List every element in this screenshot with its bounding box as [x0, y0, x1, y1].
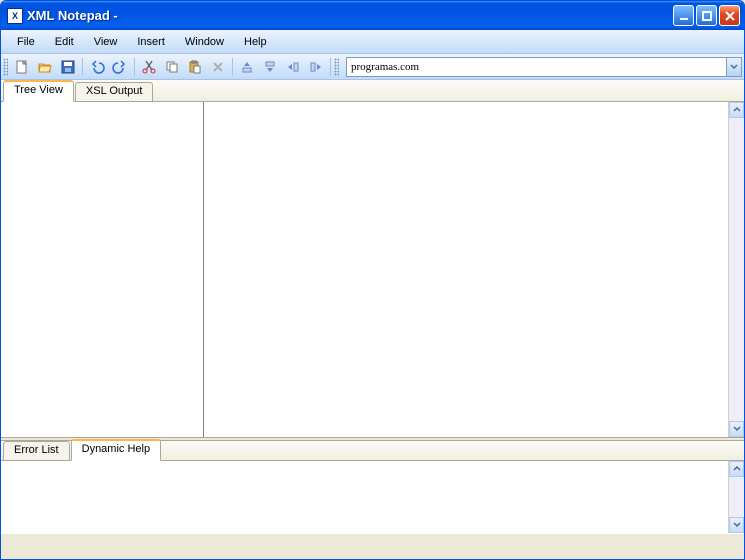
location-input[interactable] — [347, 61, 726, 73]
toolbar — [1, 54, 744, 80]
redo-icon — [112, 59, 128, 75]
cut-icon — [141, 59, 157, 75]
bottom-tabstrip: Error List Dynamic Help — [1, 441, 744, 461]
save-icon — [60, 59, 76, 75]
menu-help[interactable]: Help — [234, 33, 277, 51]
work-area — [1, 102, 744, 437]
toolbar-separator — [82, 58, 83, 76]
close-button[interactable] — [719, 5, 740, 26]
scroll-down-button[interactable] — [729, 421, 744, 437]
nudge-right-icon — [308, 59, 324, 75]
toolbar-separator — [134, 58, 135, 76]
paste-button[interactable] — [184, 56, 206, 78]
tab-xsl-output[interactable]: XSL Output — [75, 82, 153, 102]
chevron-down-icon — [733, 425, 741, 433]
menu-insert[interactable]: Insert — [127, 33, 175, 51]
chevron-down-icon — [730, 63, 738, 71]
save-button[interactable] — [57, 56, 79, 78]
redo-button[interactable] — [109, 56, 131, 78]
maximize-button[interactable] — [696, 5, 717, 26]
toolbar-grip[interactable] — [334, 58, 339, 76]
toolbar-separator — [232, 58, 233, 76]
open-folder-icon — [37, 59, 53, 75]
undo-icon — [89, 59, 105, 75]
nudge-left-button[interactable] — [282, 56, 304, 78]
toolbar-separator — [330, 58, 331, 76]
chevron-down-icon — [733, 521, 741, 529]
scroll-up-button[interactable] — [729, 102, 744, 118]
content-pane[interactable] — [204, 102, 744, 437]
scroll-up-button[interactable] — [729, 461, 744, 477]
titlebar: X XML Notepad - — [1, 1, 744, 30]
close-icon — [722, 8, 738, 24]
new-file-icon — [14, 59, 30, 75]
delete-icon — [210, 59, 226, 75]
menu-view[interactable]: View — [84, 33, 128, 51]
tab-error-list[interactable]: Error List — [3, 441, 70, 461]
top-tabstrip: Tree View XSL Output — [1, 80, 744, 102]
undo-button[interactable] — [86, 56, 108, 78]
maximize-icon — [699, 8, 715, 24]
copy-button[interactable] — [161, 56, 183, 78]
scroll-down-button[interactable] — [729, 517, 744, 533]
menu-edit[interactable]: Edit — [45, 33, 84, 51]
paste-icon — [187, 59, 203, 75]
new-button[interactable] — [11, 56, 33, 78]
app-icon: X — [7, 8, 23, 24]
tree-pane[interactable] — [1, 102, 204, 437]
toolbar-grip[interactable] — [3, 58, 8, 76]
nudge-up-button[interactable] — [236, 56, 258, 78]
chevron-up-icon — [733, 106, 741, 114]
nudge-right-button[interactable] — [305, 56, 327, 78]
copy-icon — [164, 59, 180, 75]
menu-window[interactable]: Window — [175, 33, 234, 51]
open-button[interactable] — [34, 56, 56, 78]
bottom-scrollbar[interactable] — [728, 461, 744, 533]
delete-button[interactable] — [207, 56, 229, 78]
nudge-down-icon — [262, 59, 278, 75]
window-title: XML Notepad - — [27, 8, 118, 23]
tab-tree-view[interactable]: Tree View — [3, 80, 74, 102]
location-dropdown-button[interactable] — [726, 58, 741, 76]
tab-dynamic-help[interactable]: Dynamic Help — [71, 439, 161, 461]
menubar: File Edit View Insert Window Help — [1, 30, 744, 54]
chevron-up-icon — [733, 465, 741, 473]
cut-button[interactable] — [138, 56, 160, 78]
nudge-down-button[interactable] — [259, 56, 281, 78]
minimize-button[interactable] — [673, 5, 694, 26]
statusbar — [1, 533, 744, 555]
bottom-pane[interactable] — [1, 461, 744, 533]
nudge-up-icon — [239, 59, 255, 75]
nudge-left-icon — [285, 59, 301, 75]
location-combo[interactable] — [346, 57, 742, 77]
menu-file[interactable]: File — [7, 33, 45, 51]
minimize-icon — [676, 8, 692, 24]
content-scrollbar[interactable] — [728, 102, 744, 437]
